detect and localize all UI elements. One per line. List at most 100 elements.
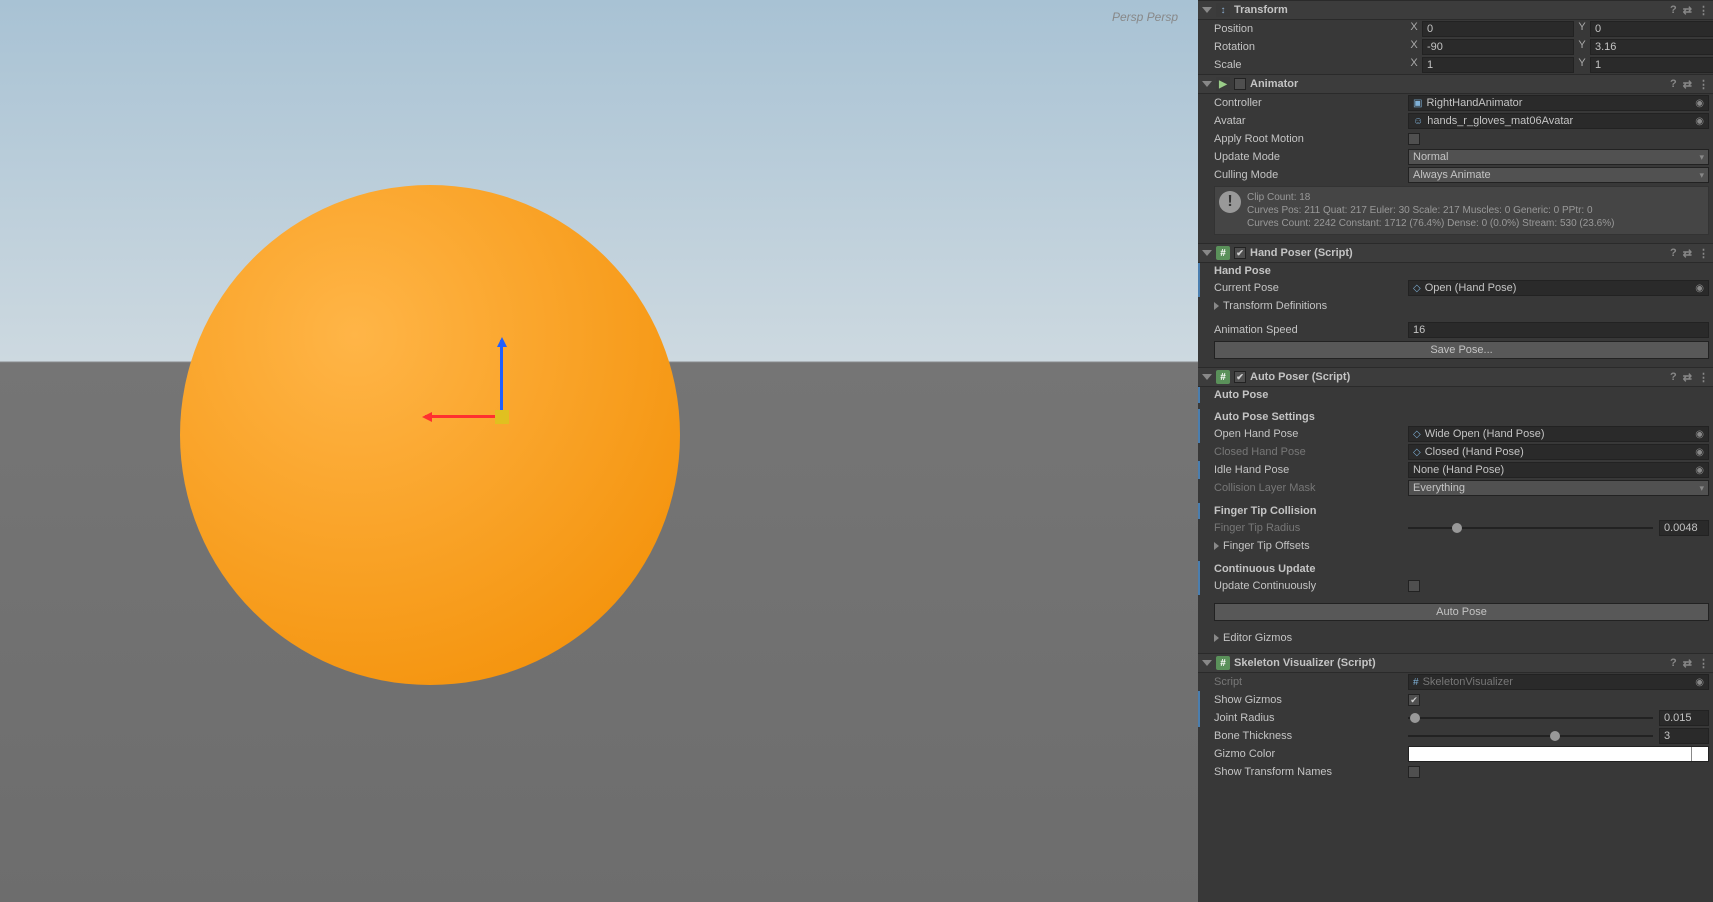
- show-gizmos-checkbox[interactable]: [1408, 694, 1420, 706]
- menu-icon[interactable]: ⋮: [1698, 371, 1709, 384]
- component-title: Skeleton Visualizer (Script): [1234, 657, 1376, 669]
- script-icon: #: [1216, 656, 1230, 670]
- bone-thickness-field[interactable]: [1659, 728, 1709, 744]
- foldout-icon[interactable]: [1214, 542, 1219, 550]
- position-label: Position: [1214, 23, 1404, 35]
- idle-hand-pose-field[interactable]: None (Hand Pose)◉: [1408, 462, 1709, 478]
- show-transform-names-label: Show Transform Names: [1214, 766, 1404, 778]
- show-transform-names-checkbox[interactable]: [1408, 766, 1420, 778]
- foldout-icon[interactable]: [1202, 81, 1212, 87]
- xy-plane-handle[interactable]: [495, 410, 509, 424]
- inspector-panel: ↕ Transform ? ⇄ ⋮ Position X Y Z Rotatio…: [1198, 0, 1713, 902]
- auto-pose-button[interactable]: Auto Pose: [1214, 603, 1709, 621]
- pose-sphere: [180, 185, 680, 685]
- help-icon[interactable]: ?: [1670, 657, 1677, 670]
- finger-tip-radius-field[interactable]: [1659, 520, 1709, 536]
- scale-x[interactable]: [1422, 57, 1574, 73]
- menu-icon[interactable]: ⋮: [1698, 657, 1709, 670]
- component-title: Hand Poser (Script): [1250, 247, 1353, 259]
- joint-radius-slider[interactable]: [1408, 711, 1653, 725]
- object-picker-icon[interactable]: ◉: [1695, 465, 1704, 476]
- scale-y[interactable]: [1590, 57, 1713, 73]
- foldout-icon[interactable]: [1214, 634, 1219, 642]
- gizmo-color-label: Gizmo Color: [1214, 748, 1404, 760]
- finger-tip-radius-label: Finger Tip Radius: [1214, 522, 1404, 534]
- animator-info-box: ! Clip Count: 18 Curves Pos: 211 Quat: 2…: [1214, 186, 1709, 235]
- animation-speed-field[interactable]: [1408, 322, 1709, 338]
- closed-hand-pose-label: Closed Hand Pose: [1214, 446, 1404, 458]
- controller-field[interactable]: ▣RightHandAnimator◉: [1408, 95, 1709, 111]
- current-pose-field[interactable]: ◇Open (Hand Pose)◉: [1408, 280, 1709, 296]
- object-picker-icon[interactable]: ◉: [1695, 116, 1704, 127]
- joint-radius-field[interactable]: [1659, 710, 1709, 726]
- culling-mode-dropdown[interactable]: Always Animate: [1408, 167, 1709, 183]
- scene-viewport[interactable]: Persp Persp: [0, 0, 1198, 902]
- update-mode-dropdown[interactable]: Normal: [1408, 149, 1709, 165]
- scriptable-object-icon: ◇: [1413, 447, 1421, 458]
- preset-icon[interactable]: ⇄: [1683, 371, 1692, 384]
- hand-poser-header[interactable]: # Hand Poser (Script) ? ⇄ ⋮: [1198, 243, 1713, 263]
- help-icon[interactable]: ?: [1670, 371, 1677, 384]
- foldout-icon[interactable]: [1214, 302, 1219, 310]
- script-icon: #: [1216, 370, 1230, 384]
- auto-pose-subhead: Auto Pose: [1198, 387, 1713, 403]
- open-hand-pose-field[interactable]: ◇Wide Open (Hand Pose)◉: [1408, 426, 1709, 442]
- help-icon[interactable]: ?: [1670, 4, 1677, 17]
- avatar-field[interactable]: ☺hands_r_gloves_mat06Avatar◉: [1408, 113, 1709, 129]
- skeleton-visualizer-header[interactable]: # Skeleton Visualizer (Script) ? ⇄ ⋮: [1198, 653, 1713, 673]
- object-picker-icon[interactable]: ◉: [1695, 429, 1704, 440]
- object-picker-icon[interactable]: ◉: [1695, 98, 1704, 109]
- x-axis-handle[interactable]: [425, 415, 495, 418]
- apply-root-motion-label: Apply Root Motion: [1214, 133, 1404, 145]
- help-icon[interactable]: ?: [1670, 247, 1677, 260]
- hand-poser-enable-checkbox[interactable]: [1234, 247, 1246, 259]
- collision-layer-mask-label: Collision Layer Mask: [1214, 482, 1404, 494]
- help-icon[interactable]: ?: [1670, 78, 1677, 91]
- continuous-update-subhead: Continuous Update: [1198, 561, 1713, 577]
- rotation-label: Rotation: [1214, 41, 1404, 53]
- bone-thickness-label: Bone Thickness: [1214, 730, 1404, 742]
- collision-layer-mask-dropdown[interactable]: Everything: [1408, 480, 1709, 496]
- object-picker-icon[interactable]: ◉: [1695, 283, 1704, 294]
- hand-model[interactable]: [150, 30, 910, 790]
- transform-header[interactable]: ↕ Transform ? ⇄ ⋮: [1198, 0, 1713, 20]
- animator-controller-icon: ▣: [1413, 98, 1422, 109]
- joint-radius-label: Joint Radius: [1214, 712, 1404, 724]
- update-continuously-checkbox[interactable]: [1408, 580, 1420, 592]
- foldout-icon[interactable]: [1202, 374, 1212, 380]
- menu-icon[interactable]: ⋮: [1698, 247, 1709, 260]
- auto-poser-enable-checkbox[interactable]: [1234, 371, 1246, 383]
- animator-enable-checkbox[interactable]: [1234, 78, 1246, 90]
- save-pose-button[interactable]: Save Pose...: [1214, 341, 1709, 359]
- position-y[interactable]: [1590, 21, 1713, 37]
- bone-thickness-slider[interactable]: [1408, 729, 1653, 743]
- transform-icon: ↕: [1216, 3, 1230, 17]
- preset-icon[interactable]: ⇄: [1683, 657, 1692, 670]
- animator-icon: ▶: [1216, 77, 1230, 91]
- rotation-y[interactable]: [1590, 39, 1713, 55]
- component-title: Transform: [1234, 4, 1288, 16]
- object-picker-icon[interactable]: ◉: [1695, 447, 1704, 458]
- open-hand-pose-label: Open Hand Pose: [1214, 428, 1404, 440]
- finger-tip-radius-slider[interactable]: [1408, 521, 1653, 535]
- editor-gizmos-label: Editor Gizmos: [1223, 632, 1292, 644]
- current-pose-label: Current Pose: [1214, 282, 1404, 294]
- update-mode-label: Update Mode: [1214, 151, 1404, 163]
- preset-icon[interactable]: ⇄: [1683, 4, 1692, 17]
- preset-icon[interactable]: ⇄: [1683, 247, 1692, 260]
- apply-root-motion-checkbox[interactable]: [1408, 133, 1420, 145]
- y-axis-handle[interactable]: [500, 340, 503, 410]
- gizmo-color-field[interactable]: [1408, 746, 1709, 762]
- preset-icon[interactable]: ⇄: [1683, 78, 1692, 91]
- animator-header[interactable]: ▶ Animator ? ⇄ ⋮: [1198, 74, 1713, 94]
- closed-hand-pose-field[interactable]: ◇Closed (Hand Pose)◉: [1408, 444, 1709, 460]
- auto-poser-header[interactable]: # Auto Poser (Script) ? ⇄ ⋮: [1198, 367, 1713, 387]
- foldout-icon[interactable]: [1202, 7, 1212, 13]
- menu-icon[interactable]: ⋮: [1698, 78, 1709, 91]
- component-title: Animator: [1250, 78, 1298, 90]
- rotation-x[interactable]: [1422, 39, 1574, 55]
- foldout-icon[interactable]: [1202, 660, 1212, 666]
- position-x[interactable]: [1422, 21, 1574, 37]
- menu-icon[interactable]: ⋮: [1698, 4, 1709, 17]
- foldout-icon[interactable]: [1202, 250, 1212, 256]
